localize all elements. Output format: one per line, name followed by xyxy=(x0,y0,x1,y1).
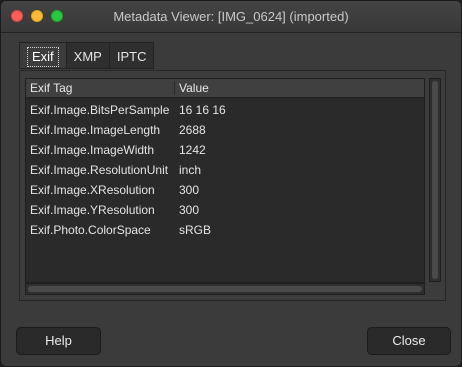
tab-iptc[interactable]: IPTC xyxy=(109,42,155,69)
table-row[interactable]: Exif.Image.BitsPerSample 16 16 16 xyxy=(26,100,424,120)
row-value: 16 16 16 xyxy=(179,103,226,117)
row-value: 1242 xyxy=(179,143,206,157)
row-tag: Exif.Image.ResolutionUnit xyxy=(30,163,169,177)
row-tag: Exif.Image.ImageLength xyxy=(30,123,161,137)
column-header-exif-tag[interactable]: Exif Tag xyxy=(30,79,72,97)
column-divider[interactable] xyxy=(174,81,175,95)
tab-bar: Exif XMP IPTC xyxy=(19,42,155,70)
row-value: 300 xyxy=(179,183,200,197)
row-tag: Exif.Image.YResolution xyxy=(30,203,155,217)
row-tag: Exif.Image.BitsPerSample xyxy=(30,103,170,117)
exif-panel: Exif Tag Value Exif.Image.BitsPerSample … xyxy=(19,70,446,301)
row-value: inch xyxy=(179,163,202,177)
row-tag: Exif.Image.XResolution xyxy=(30,183,155,197)
metadata-viewer-window: Metadata Viewer: [IMG_0624] (imported) E… xyxy=(0,0,462,367)
table-row[interactable]: Exif.Photo.ColorSpace sRGB xyxy=(26,220,424,240)
row-tag: Exif.Photo.ColorSpace xyxy=(30,223,151,237)
row-value: sRGB xyxy=(179,223,212,237)
table-header: Exif Tag Value xyxy=(26,79,424,98)
table-row[interactable]: Exif.Image.ImageLength 2688 xyxy=(26,120,424,140)
window-title: Metadata Viewer: [IMG_0624] (imported) xyxy=(113,9,349,24)
metadata-table: Exif Tag Value Exif.Image.BitsPerSample … xyxy=(25,78,425,283)
tab-iptc-label: IPTC xyxy=(116,49,147,64)
title-bar[interactable]: Metadata Viewer: [IMG_0624] (imported) xyxy=(1,1,461,33)
tab-exif-label: Exif xyxy=(27,47,59,67)
table-row[interactable]: Exif.Image.XResolution 300 xyxy=(26,180,424,200)
table-row[interactable]: Exif.Image.YResolution 300 xyxy=(26,200,424,220)
tab-xmp[interactable]: XMP xyxy=(66,42,110,69)
column-header-value[interactable]: Value xyxy=(179,79,209,97)
help-button[interactable]: Help xyxy=(16,327,101,355)
vertical-scrollbar[interactable] xyxy=(429,78,441,282)
vertical-scrollbar-thumb[interactable] xyxy=(432,81,438,279)
table-row[interactable]: Exif.Image.ResolutionUnit inch xyxy=(26,160,424,180)
tab-exif[interactable]: Exif xyxy=(19,42,67,69)
horizontal-scrollbar[interactable] xyxy=(25,283,425,295)
close-button[interactable]: Close xyxy=(367,327,451,355)
row-tag: Exif.Image.ImageWidth xyxy=(30,143,155,157)
row-value: 300 xyxy=(179,203,200,217)
horizontal-scrollbar-thumb[interactable] xyxy=(28,286,422,292)
table-row[interactable]: Exif.Image.ImageWidth 1242 xyxy=(26,140,424,160)
row-value: 2688 xyxy=(179,123,206,137)
tab-xmp-label: XMP xyxy=(73,49,102,64)
